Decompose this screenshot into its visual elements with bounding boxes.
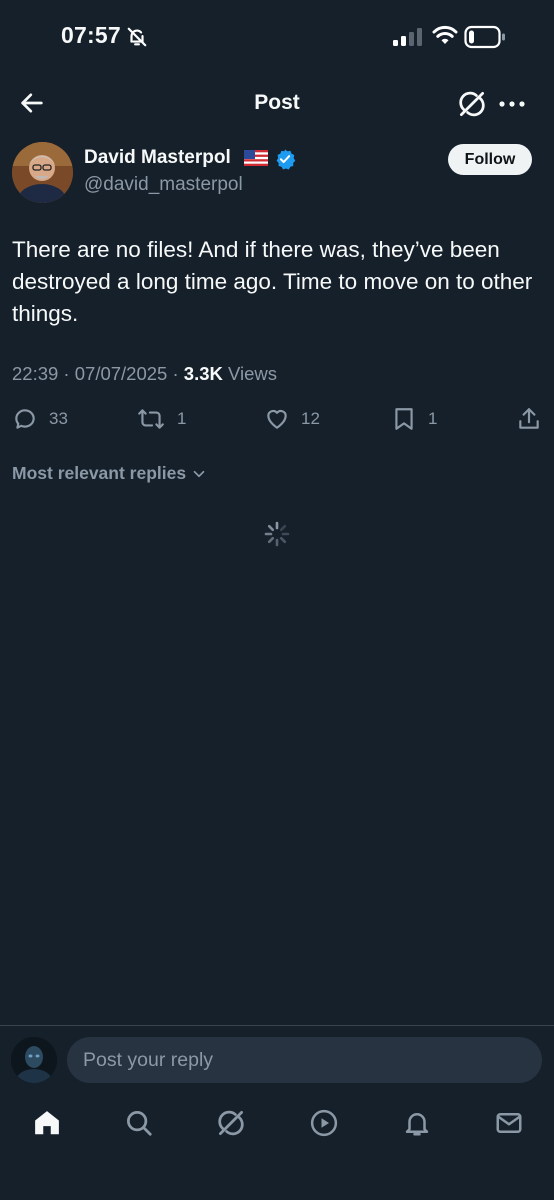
repost-icon [138,409,164,429]
like-action[interactable]: 12 [264,406,320,432]
chevron-down-icon [193,470,205,477]
bell-icon[interactable] [402,1108,432,1143]
follow-button[interactable]: Follow [448,144,532,175]
share-action[interactable] [516,406,542,432]
bookmark-icon [395,408,413,430]
grok-nav-icon[interactable] [216,1108,246,1143]
loading-spinner-icon [264,521,290,552]
replies-sort-dropdown[interactable]: Most relevant replies [12,463,208,484]
post-text: There are no files! And if there was, th… [12,237,533,326]
home-icon[interactable] [32,1108,62,1143]
search-icon[interactable] [124,1108,154,1143]
author-handle[interactable]: @david_masterpol [84,174,243,196]
replies-sort-label: Most relevant replies [12,463,187,483]
views-count[interactable]: 3.3K [184,363,223,384]
post-timestamp: 22:39 · 07/07/2025 · [12,363,184,384]
status-time: 07:57 [61,22,121,48]
bookmark-action[interactable]: 1 [391,406,437,432]
repost-action[interactable]: 1 [136,406,186,432]
author-name[interactable]: David Masterpol [84,147,231,169]
verified-badge-icon [274,148,296,175]
us-flag-icon [244,150,268,171]
share-icon [519,408,539,429]
grok-icon[interactable] [457,89,487,124]
author-avatar[interactable] [12,142,73,203]
wifi-icon [432,24,458,51]
reply-icon [15,409,35,429]
play-icon[interactable] [309,1108,339,1143]
mail-icon[interactable] [494,1108,524,1143]
repost-count: 1 [177,409,187,428]
reply-action[interactable]: 33 [12,406,68,432]
composer-divider [0,1025,554,1026]
cellular-signal-icon [393,28,423,51]
battery-icon [464,25,506,54]
reply-count: 33 [49,409,68,428]
post-meta: 22:39 · 07/07/2025 · 3.3K Views [12,363,277,385]
like-count: 12 [301,409,320,428]
bookmark-count: 1 [428,409,438,428]
bell-muted-icon [126,26,148,53]
views-label: Views [222,363,278,384]
current-user-avatar[interactable] [11,1037,57,1083]
heart-icon [267,409,287,429]
reply-input[interactable] [67,1037,542,1083]
more-icon[interactable] [498,94,526,119]
